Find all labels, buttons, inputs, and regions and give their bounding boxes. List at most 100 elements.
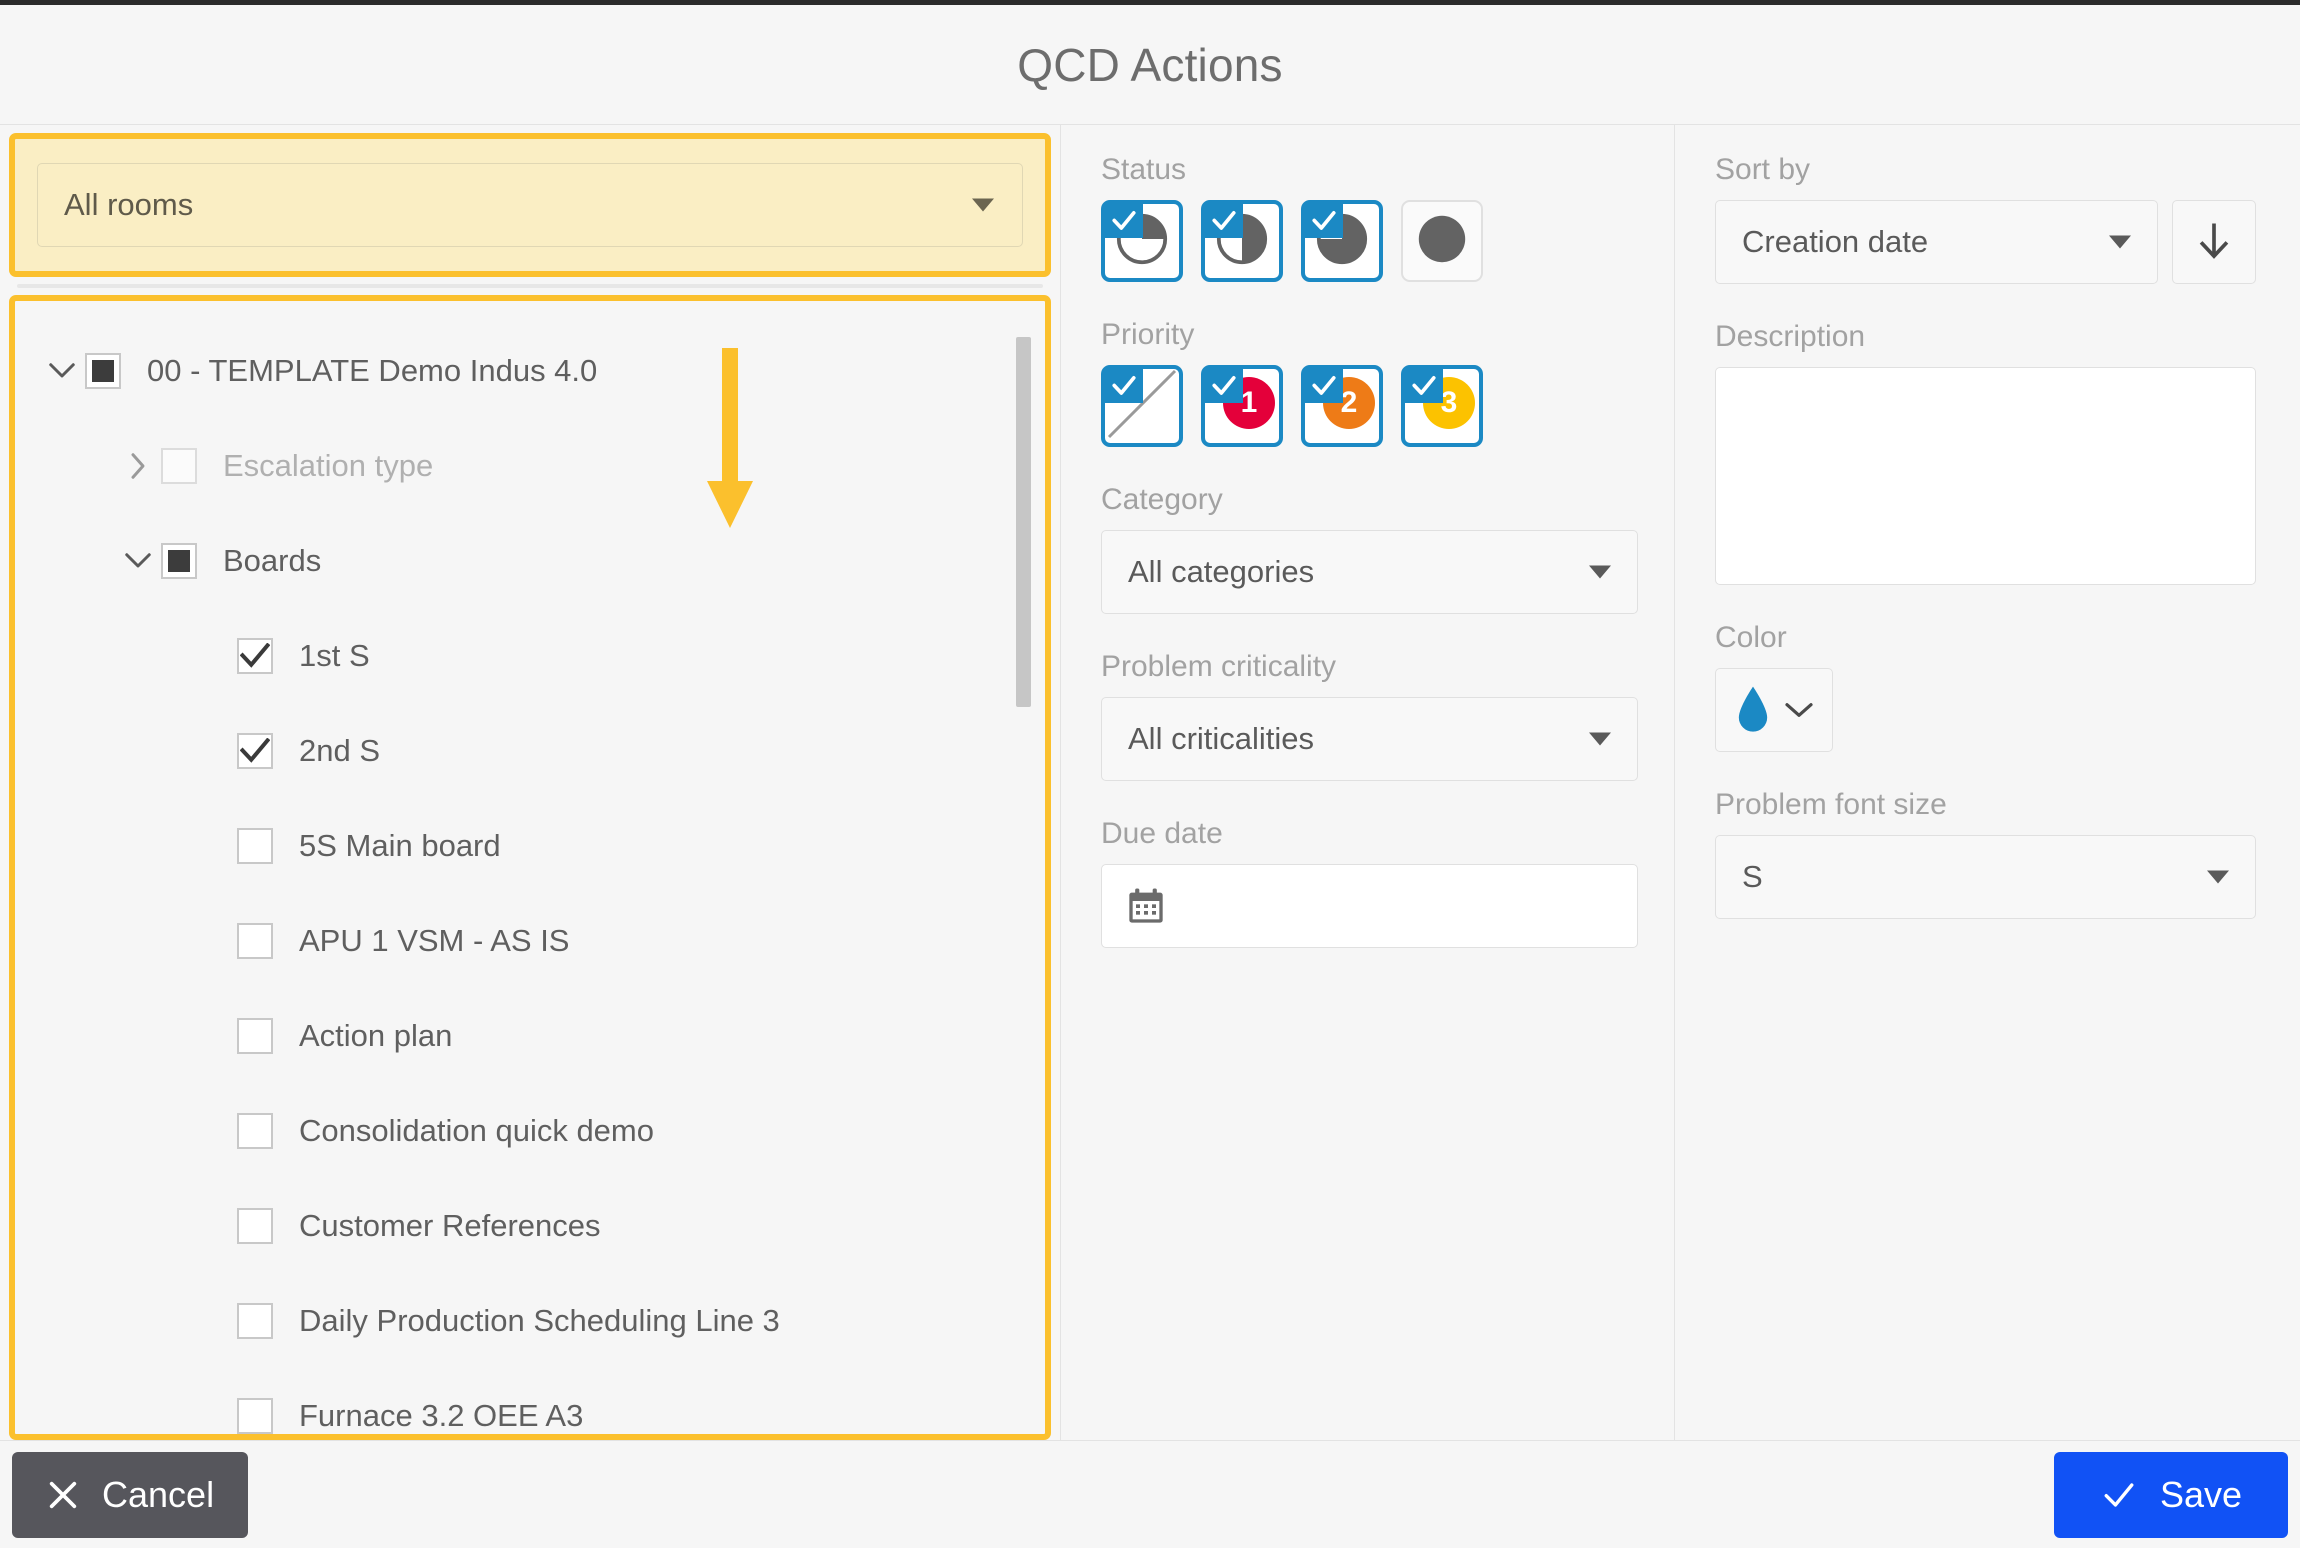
font-size-label: Problem font size [1715,788,1947,821]
status-half-toggle[interactable] [1201,200,1283,282]
check-icon [1305,204,1343,238]
tree-item-customer-references[interactable]: Customer References [15,1178,1045,1273]
tree-item-label: Boards [223,542,322,578]
priority-2-toggle[interactable]: 2 [1301,365,1383,447]
tree-item-label: 5S Main board [299,827,501,863]
checkbox-unchecked[interactable] [237,1302,273,1339]
sort-by-group: Sort by Creation date [1715,153,2256,284]
chevron-down-icon[interactable] [39,361,85,381]
appearance-column: Sort by Creation date Description Color … [1675,125,2300,1440]
divider [17,284,1043,288]
droplet-icon [1738,686,1768,732]
tree-item-00-template-demo-indus-4-0[interactable]: 00 - TEMPLATE Demo Indus 4.0 [15,323,1045,418]
page-title: QCD Actions [1017,38,1283,91]
due-date-group: Due date [1101,817,1638,948]
checkbox-checked[interactable] [237,637,273,674]
status-done-toggle[interactable] [1401,200,1483,282]
font-size-select[interactable]: S [1715,835,2256,919]
check-icon [1205,369,1243,403]
check-icon [1205,204,1243,238]
description-group: Description [1715,320,2256,585]
tree-scrollbar[interactable] [1016,319,1031,1434]
chevron-down-icon [1589,565,1611,579]
chevron-down-icon [972,198,994,212]
tree-item-label: Daily Production Scheduling Line 3 [299,1302,780,1338]
color-picker-button[interactable] [1715,668,1833,752]
tree-item-boards[interactable]: Boards [15,513,1045,608]
check-icon [1105,204,1143,238]
calendar-icon[interactable] [1126,886,1166,926]
rooms-select-value: All rooms [64,187,194,222]
tree-item-label: 00 - TEMPLATE Demo Indus 4.0 [147,352,598,388]
save-button[interactable]: Save [2053,1451,2288,1538]
due-date-label: Due date [1101,817,1223,850]
chevron-down-icon [2109,235,2131,249]
tree-item-label: Consolidation quick demo [299,1112,654,1148]
tree-item-label: Action plan [299,1017,453,1053]
tree-item-action-plan[interactable]: Action plan [15,988,1045,1083]
checkbox-checked[interactable] [237,732,273,769]
qcd-actions-dialog: QCD Actions All rooms 00 - TEMPLATE Demo… [0,0,2300,1548]
tree-item-daily-production-scheduling-line-3[interactable]: Daily Production Scheduling Line 3 [15,1273,1045,1368]
tree-item-apu-1-vsm-as-is[interactable]: APU 1 VSM - AS IS [15,893,1045,988]
sort-by-select[interactable]: Creation date [1715,200,2158,284]
rooms-select[interactable]: All rooms [37,163,1023,247]
chevron-down-icon [2207,870,2229,884]
room-tree[interactable]: 00 - TEMPLATE Demo Indus 4.0 Escalation t… [15,301,1045,1434]
checkbox-unchecked[interactable] [237,1207,273,1244]
arrow-down-icon [2199,223,2229,259]
chevron-right-icon[interactable] [115,451,161,481]
check-icon [1405,369,1443,403]
check-icon [1105,369,1143,403]
chevron-down-icon [1785,703,1813,717]
sort-by-label: Sort by [1715,153,1811,186]
tree-item-consolidation-quick-demo[interactable]: Consolidation quick demo [15,1083,1045,1178]
check-icon [2104,1482,2134,1507]
tree-item-furnace-3-2-oee-a3[interactable]: Furnace 3.2 OEE A3 [15,1368,1045,1434]
tree-item-label: 2nd S [299,732,381,768]
chevron-down-icon[interactable] [115,551,161,571]
tree-item-escalation-type[interactable]: Escalation type [15,418,1045,513]
tree-item-2nd-s[interactable]: 2nd S [15,703,1045,798]
category-select[interactable]: All categories [1101,530,1638,614]
checkbox-indeterminate[interactable] [161,542,197,579]
status-label: Status [1101,153,1187,186]
tree-item-label: Escalation type [223,447,434,483]
filters-column: Status Priority 123 Category All categor… [1060,125,1675,1440]
criticality-select[interactable]: All criticalities [1101,697,1638,781]
status-three-quarter-toggle[interactable] [1301,200,1383,282]
font-size-group: Problem font size S [1715,788,2256,919]
tree-item-5s-main-board[interactable]: 5S Main board [15,798,1045,893]
cancel-button-label: Cancel [102,1473,215,1515]
priority-label: Priority [1101,318,1195,351]
chevron-down-icon [1589,732,1611,746]
category-group: Category All categories [1101,483,1638,614]
checkbox-unchecked[interactable] [237,922,273,959]
checkbox-indeterminate[interactable] [85,352,121,389]
dialog-footer: Cancel Save [0,1440,2300,1548]
sort-direction-button[interactable] [2172,200,2256,284]
priority-3-toggle[interactable]: 3 [1401,365,1483,447]
checkbox-unchecked[interactable] [237,1397,273,1434]
priority-options: 123 [1101,365,1638,447]
pie-100-icon [1413,210,1471,273]
description-textarea[interactable] [1715,367,2256,585]
tree-scrollbar-thumb[interactable] [1016,337,1031,707]
status-not-started-toggle[interactable] [1101,200,1183,282]
save-button-label: Save [2159,1473,2242,1515]
criticality-label: Problem criticality [1101,650,1337,683]
cancel-button[interactable]: Cancel [12,1451,249,1538]
criticality-value: All criticalities [1128,721,1315,756]
checkbox-unchecked[interactable] [237,1112,273,1149]
status-group: Status [1101,153,1638,282]
dialog-body: All rooms 00 - TEMPLATE Demo Indus 4.0 Es… [0,125,2300,1440]
room-tree-highlight: 00 - TEMPLATE Demo Indus 4.0 Escalation t… [9,295,1051,1440]
priority-none-toggle[interactable] [1101,365,1183,447]
due-date-input[interactable] [1101,864,1638,948]
category-label: Category [1101,483,1223,516]
checkbox-unchecked[interactable] [237,827,273,864]
tree-item-1st-s[interactable]: 1st S [15,608,1045,703]
checkbox-unchecked[interactable] [237,1017,273,1054]
priority-1-toggle[interactable]: 1 [1201,365,1283,447]
checkbox-unchecked[interactable] [161,447,197,484]
